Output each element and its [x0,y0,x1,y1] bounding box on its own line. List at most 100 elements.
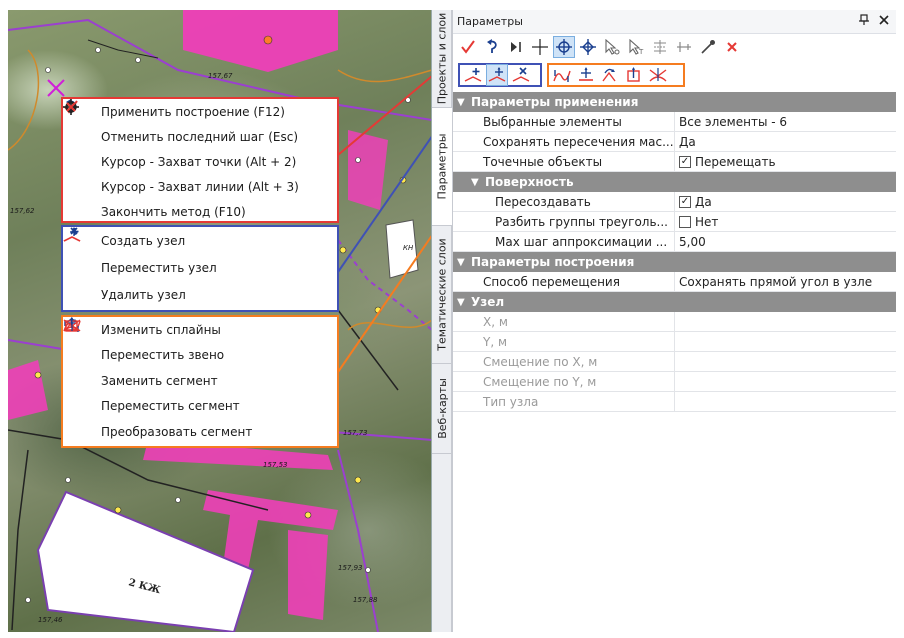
chevron-down-icon[interactable]: ▼ [471,177,485,188]
chevron-down-icon[interactable]: ▼ [457,297,471,308]
checkbox-checked[interactable]: ✓ [679,155,691,168]
property-value [675,392,896,411]
undo-step-icon[interactable] [481,36,503,58]
line-capture-cursor-icon[interactable] [577,36,599,58]
tab-parameters[interactable]: Параметры [432,108,452,226]
replace-segment-icon [64,318,89,390]
property-value[interactable]: ✓ Да [675,192,896,211]
tab-label: Проекты и слои [435,12,449,105]
property-row[interactable]: Выбранные элементы Все элементы - 6 [453,112,896,132]
chevron-down-icon[interactable]: ▼ [457,257,471,268]
select-arrow-icon[interactable] [601,36,623,58]
tab-web-maps[interactable]: Веб-карты [432,364,452,454]
move-link-icon [65,317,89,364]
legend-label: Заменить сегмент [101,373,218,388]
checkbox-label: Перемещать [695,154,776,169]
legend-item-convert-segment: Преобразовать сегмент [63,318,337,445]
property-value[interactable]: Да [675,132,896,151]
checkbox-unchecked[interactable] [679,215,691,228]
checkbox-label: Нет [695,214,719,229]
chevron-down-icon[interactable]: ▼ [457,97,471,108]
property-value [675,312,896,331]
undo-step-icon [66,99,89,146]
delete-node-icon[interactable] [510,64,532,86]
property-value[interactable]: 5,00 [675,232,896,251]
skip-icon[interactable] [505,36,527,58]
legend-item-edit-splines: Изменить сплайны [63,317,337,343]
select-text-arrow-icon[interactable]: T [625,36,647,58]
tab-label: Параметры [435,133,449,200]
category-label: Параметры применения [471,95,639,109]
legend-label: Отменить последний шаг (Esc) [101,129,299,144]
property-row[interactable]: Сохранять пересечения мас... Да [453,132,896,152]
tab-thematic-layers[interactable]: Тематические слои [432,226,452,364]
property-value[interactable]: Все элементы - 6 [675,112,896,131]
property-value[interactable]: Сохранять прямой угол в узле [675,272,896,291]
create-node-icon[interactable] [462,64,484,86]
legend-label: Переместить узел [101,260,217,275]
convert-segment-icon[interactable] [647,64,669,86]
legend-node-group: Создать узел Переместить узел Удалить уз… [61,225,339,312]
checkbox-checked[interactable]: ✓ [679,195,691,208]
cross-cursor-icon[interactable] [529,36,551,58]
measure-icon[interactable] [673,36,695,58]
category-node[interactable]: ▼ Узел [453,292,896,312]
property-row[interactable]: Разбить группы треуголь... Нет [453,212,896,232]
map-label: 157,88 [353,596,378,604]
move-link-icon[interactable] [575,64,597,86]
property-row: X, м [453,312,896,332]
convert-segment-icon [63,318,89,441]
tab-label: Веб-карты [435,378,449,439]
method-toolbar: T [453,34,896,60]
tab-projects-layers[interactable]: Проекты и слои [432,10,452,108]
apply-check-icon[interactable] [457,36,479,58]
delete-node-icon [63,227,89,304]
snap-icon[interactable] [649,36,671,58]
side-tabs: Проекты и слои Параметры Тематические сл… [432,10,452,632]
property-name: Y, м [453,332,675,351]
legend-item-apply: Применить построение (F12) [63,99,337,124]
map-label: 157,93 [338,564,363,572]
map-label: 157,62 [10,207,35,215]
move-node-icon[interactable] [486,64,508,86]
property-row: Y, м [453,332,896,352]
legend-item-undo: Отменить последний шаг (Esc) [63,99,337,149]
point-capture-cursor-icon[interactable] [553,36,575,58]
parameters-panel: Параметры T ▼ Параметры применения Выбра… [452,10,896,632]
edit-splines-icon[interactable] [551,64,573,86]
legend-item-finish: Закончить метод (F10) [63,102,337,224]
property-value[interactable]: ✓ Перемещать [675,152,896,171]
property-row: Тип узла [453,392,896,412]
category-label: Параметры построения [471,255,635,269]
category-build-params[interactable]: ▼ Параметры построения [453,252,896,272]
close-icon[interactable] [878,14,890,29]
segment-tools-group [547,63,685,87]
subcategory-surface[interactable]: ▼ Поверхность [453,172,896,192]
property-name: Смещение по Y, м [453,372,675,391]
property-name: Выбранные элементы [453,112,675,131]
eyedropper-icon[interactable] [697,36,719,58]
legend-label: Создать узел [101,233,186,248]
replace-segment-icon[interactable] [599,64,621,86]
category-apply-params[interactable]: ▼ Параметры применения [453,92,896,112]
property-row[interactable]: Способ перемещения Сохранять прямой угол… [453,272,896,292]
pin-icon[interactable] [858,14,870,29]
property-name: Разбить группы треуголь... [453,212,675,231]
legend-item-move-segment: Переместить сегмент [63,317,337,420]
move-segment-icon[interactable] [623,64,645,86]
finish-x-icon[interactable] [721,36,743,58]
legend-label: Переместить сегмент [101,399,240,414]
legend-item-create-node: Создать узел [63,227,337,254]
property-grid: ▼ Параметры применения Выбранные элемент… [453,92,896,412]
legend-item-delete-node: Удалить узел [63,227,337,308]
property-row[interactable]: Пересоздавать ✓ Да [453,192,896,212]
map-label: КН [403,244,414,252]
property-row[interactable]: Max шаг аппроксимации ... 5,00 [453,232,896,252]
legend-item-move-node: Переместить узел [63,227,337,281]
map-canvas[interactable]: 157,67 157,62 157,73 157,53 157,93 157,8… [8,10,432,632]
property-value[interactable]: Нет [675,212,896,231]
property-row[interactable]: Точечные объекты ✓ Перемещать [453,152,896,172]
panel-title: Параметры [457,15,523,28]
legend-label: Курсор - Захват точки (Alt + 2) [101,154,297,169]
move-node-icon [63,227,89,277]
